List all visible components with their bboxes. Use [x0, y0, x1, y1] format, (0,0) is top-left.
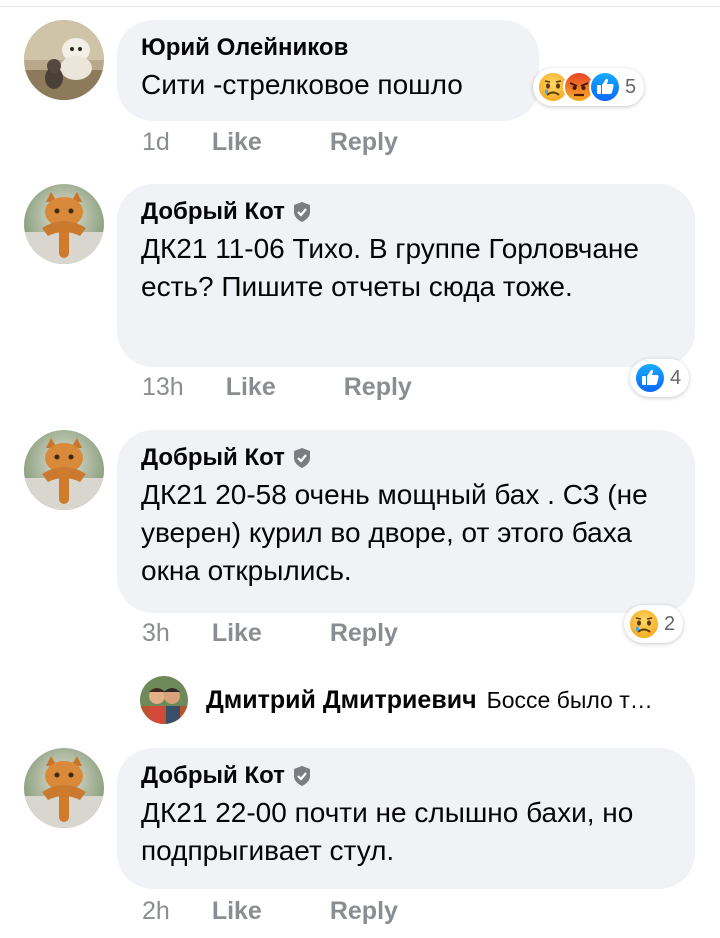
verified-badge-icon [291, 447, 313, 469]
avatar[interactable] [24, 430, 104, 510]
reply-button[interactable]: Reply [330, 897, 398, 926]
comment-author[interactable]: Добрый Кот [141, 760, 671, 792]
like-button[interactable]: Like [212, 897, 262, 926]
like-button[interactable]: Like [226, 373, 276, 402]
comment-time[interactable]: 2h [142, 897, 170, 926]
cat-photo-icon [24, 184, 104, 264]
like-button[interactable]: Like [212, 128, 262, 157]
reply-button[interactable]: Reply [330, 619, 398, 648]
reaction-count: 4 [670, 366, 682, 389]
like-icon [589, 71, 621, 103]
sad-icon [628, 608, 660, 640]
person-photo-icon [140, 676, 188, 724]
like-icon [634, 362, 666, 394]
reply-preview[interactable]: Дмитрий Дмитриевич Боссе было т… [140, 675, 653, 725]
avatar[interactable] [24, 20, 104, 100]
comment-text: ДК21 11-06 Тихо. В группе Горловчане ест… [141, 233, 639, 302]
comment-actions: 2h Like Reply [142, 897, 398, 926]
cat-photo-icon [24, 748, 104, 828]
reply-button[interactable]: Reply [330, 128, 398, 157]
comment-author[interactable]: Добрый Кот [141, 442, 671, 474]
comment-bubble: Добрый Кот ДК21 22-00 почти не слышно ба… [117, 748, 695, 889]
comment-text: ДК21 22-00 почти не слышно бахи, но подп… [141, 797, 634, 866]
comment-time[interactable]: 1d [142, 128, 170, 157]
comment-bubble: Добрый Кот ДК21 20-58 очень мощный бах .… [117, 430, 695, 613]
divider [0, 6, 720, 7]
comment-time[interactable]: 13h [142, 373, 184, 402]
avatar[interactable] [24, 184, 104, 264]
avatar[interactable] [24, 748, 104, 828]
comment-actions: 3h Like Reply [142, 619, 398, 648]
comment-time[interactable]: 3h [142, 619, 170, 648]
like-button[interactable]: Like [212, 619, 262, 648]
dog-photo-icon [24, 20, 104, 100]
comment-actions: 1d Like Reply [142, 128, 398, 157]
verified-badge-icon [291, 201, 313, 223]
reaction-summary[interactable]: 4 [630, 359, 690, 397]
reply-button[interactable]: Reply [344, 373, 412, 402]
reaction-count: 2 [664, 612, 676, 635]
comment-bubble: Добрый Кот ДК21 11-06 Тихо. В группе Гор… [117, 184, 695, 367]
comment-text: Сити -стрелковое пошло [141, 69, 463, 100]
comment-author[interactable]: Добрый Кот [141, 196, 671, 228]
comment-text: ДК21 20-58 очень мощный бах . СЗ (не уве… [141, 479, 648, 586]
comment-author[interactable]: Юрий Олейников [141, 32, 515, 64]
reaction-summary[interactable]: 5 [533, 68, 645, 106]
reply-author[interactable]: Дмитрий Дмитриевич [206, 686, 477, 715]
avatar[interactable] [140, 676, 188, 724]
reaction-summary[interactable]: 2 [624, 605, 684, 643]
cat-photo-icon [24, 430, 104, 510]
comment-actions: 13h Like Reply [142, 373, 412, 402]
reply-text: Боссе было т… [486, 686, 653, 713]
reaction-count: 5 [625, 75, 637, 98]
comment-bubble: Юрий Олейников Сити -стрелковое пошло [117, 20, 539, 121]
verified-badge-icon [291, 765, 313, 787]
